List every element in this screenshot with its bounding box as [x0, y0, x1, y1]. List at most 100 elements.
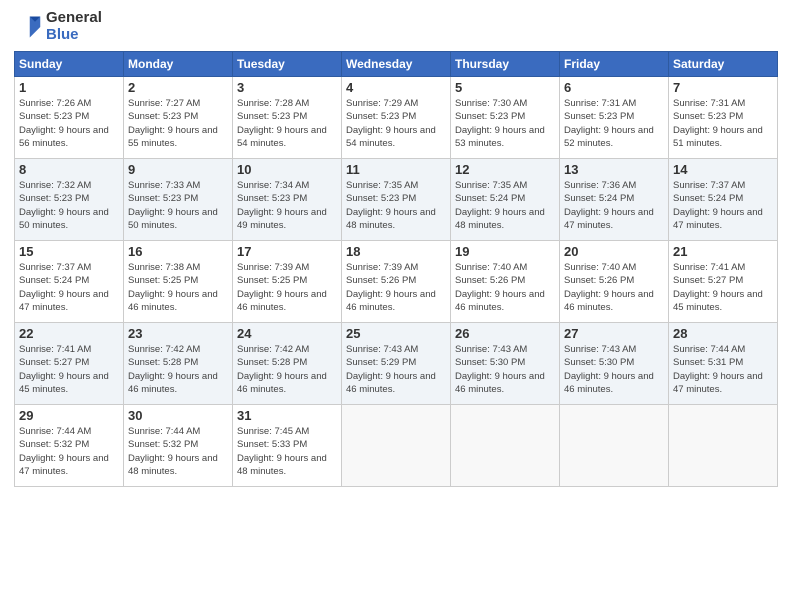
day-info: Sunrise: 7:43 AMSunset: 5:30 PMDaylight:… [455, 343, 555, 396]
calendar-cell: 14Sunrise: 7:37 AMSunset: 5:24 PMDayligh… [669, 159, 778, 241]
calendar-cell: 30 Sunrise: 7:44 AMSunset: 5:32 PMDayligh… [124, 405, 233, 487]
day-number: 1 [19, 80, 119, 95]
day-info: Sunrise: 7:39 AMSunset: 5:26 PMDaylight:… [346, 261, 446, 314]
day-info: Sunrise: 7:28 AMSunset: 5:23 PMDaylight:… [237, 97, 337, 150]
calendar-week-row: 29 Sunrise: 7:44 AMSunset: 5:32 PMDayligh… [15, 405, 778, 487]
day-number: 4 [346, 80, 446, 95]
calendar-cell: 20 Sunrise: 7:40 AMSunset: 5:26 PMDayligh… [560, 241, 669, 323]
day-info: Sunrise: 7:35 AMSunset: 5:24 PMDaylight:… [455, 179, 555, 232]
day-info: Sunrise: 7:29 AMSunset: 5:23 PMDaylight:… [346, 97, 446, 150]
day-number: 18 [346, 244, 446, 259]
day-number: 21 [673, 244, 773, 259]
calendar-cell: 23 Sunrise: 7:42 AMSunset: 5:28 PMDayligh… [124, 323, 233, 405]
calendar-cell: 26 Sunrise: 7:43 AMSunset: 5:30 PMDayligh… [451, 323, 560, 405]
day-header-thursday: Thursday [451, 52, 560, 77]
day-number: 31 [237, 408, 337, 423]
day-header-tuesday: Tuesday [233, 52, 342, 77]
day-number: 30 [128, 408, 228, 423]
calendar-cell: 27Sunrise: 7:43 AMSunset: 5:30 PMDayligh… [560, 323, 669, 405]
day-number: 12 [455, 162, 555, 177]
calendar-week-row: 22 Sunrise: 7:41 AMSunset: 5:27 PMDayligh… [15, 323, 778, 405]
logo-text: General Blue [46, 10, 102, 43]
calendar-cell: 5Sunrise: 7:30 AMSunset: 5:23 PMDaylight… [451, 77, 560, 159]
day-info: Sunrise: 7:42 AMSunset: 5:28 PMDaylight:… [128, 343, 228, 396]
calendar-cell: 18 Sunrise: 7:39 AMSunset: 5:26 PMDayligh… [342, 241, 451, 323]
day-number: 3 [237, 80, 337, 95]
calendar-cell: 13 Sunrise: 7:36 AMSunset: 5:24 PMDayligh… [560, 159, 669, 241]
day-number: 2 [128, 80, 228, 95]
day-info: Sunrise: 7:33 AMSunset: 5:23 PMDaylight:… [128, 179, 228, 232]
day-header-wednesday: Wednesday [342, 52, 451, 77]
calendar-table: SundayMondayTuesdayWednesdayThursdayFrid… [14, 51, 778, 487]
day-number: 13 [564, 162, 664, 177]
logo-icon [14, 13, 42, 41]
calendar-cell: 28 Sunrise: 7:44 AMSunset: 5:31 PMDayligh… [669, 323, 778, 405]
day-info: Sunrise: 7:43 AMSunset: 5:29 PMDaylight:… [346, 343, 446, 396]
calendar-cell [342, 405, 451, 487]
day-number: 16 [128, 244, 228, 259]
day-info: Sunrise: 7:45 AMSunset: 5:33 PMDaylight:… [237, 425, 337, 478]
calendar-cell [451, 405, 560, 487]
calendar-cell: 17Sunrise: 7:39 AMSunset: 5:25 PMDayligh… [233, 241, 342, 323]
day-number: 25 [346, 326, 446, 341]
day-info: Sunrise: 7:34 AMSunset: 5:23 PMDaylight:… [237, 179, 337, 232]
calendar-cell: 10Sunrise: 7:34 AMSunset: 5:23 PMDayligh… [233, 159, 342, 241]
calendar-cell: 29 Sunrise: 7:44 AMSunset: 5:32 PMDayligh… [15, 405, 124, 487]
calendar-cell [560, 405, 669, 487]
calendar-cell: 7Sunrise: 7:31 AMSunset: 5:23 PMDaylight… [669, 77, 778, 159]
logo: General Blue [14, 10, 102, 43]
calendar-week-row: 8Sunrise: 7:32 AMSunset: 5:23 PMDaylight… [15, 159, 778, 241]
calendar-cell: 2 Sunrise: 7:27 AMSunset: 5:23 PMDaylight… [124, 77, 233, 159]
day-info: Sunrise: 7:44 AMSunset: 5:32 PMDaylight:… [128, 425, 228, 478]
day-number: 29 [19, 408, 119, 423]
header-row: SundayMondayTuesdayWednesdayThursdayFrid… [15, 52, 778, 77]
calendar-week-row: 15Sunrise: 7:37 AMSunset: 5:24 PMDayligh… [15, 241, 778, 323]
day-number: 19 [455, 244, 555, 259]
calendar-week-row: 1 Sunrise: 7:26 AMSunset: 5:23 PMDaylight… [15, 77, 778, 159]
day-info: Sunrise: 7:41 AMSunset: 5:27 PMDaylight:… [673, 261, 773, 314]
day-info: Sunrise: 7:42 AMSunset: 5:28 PMDaylight:… [237, 343, 337, 396]
day-info: Sunrise: 7:41 AMSunset: 5:27 PMDaylight:… [19, 343, 119, 396]
calendar-cell: 4 Sunrise: 7:29 AMSunset: 5:23 PMDaylight… [342, 77, 451, 159]
day-info: Sunrise: 7:36 AMSunset: 5:24 PMDaylight:… [564, 179, 664, 232]
day-number: 22 [19, 326, 119, 341]
day-number: 23 [128, 326, 228, 341]
day-info: Sunrise: 7:44 AMSunset: 5:31 PMDaylight:… [673, 343, 773, 396]
day-info: Sunrise: 7:40 AMSunset: 5:26 PMDaylight:… [564, 261, 664, 314]
day-info: Sunrise: 7:40 AMSunset: 5:26 PMDaylight:… [455, 261, 555, 314]
day-info: Sunrise: 7:37 AMSunset: 5:24 PMDaylight:… [19, 261, 119, 314]
calendar-cell: 21 Sunrise: 7:41 AMSunset: 5:27 PMDayligh… [669, 241, 778, 323]
calendar-cell: 8Sunrise: 7:32 AMSunset: 5:23 PMDaylight… [15, 159, 124, 241]
day-number: 28 [673, 326, 773, 341]
day-number: 17 [237, 244, 337, 259]
day-number: 14 [673, 162, 773, 177]
day-number: 24 [237, 326, 337, 341]
day-header-monday: Monday [124, 52, 233, 77]
day-number: 20 [564, 244, 664, 259]
day-info: Sunrise: 7:31 AMSunset: 5:23 PMDaylight:… [673, 97, 773, 150]
calendar-cell: 25 Sunrise: 7:43 AMSunset: 5:29 PMDayligh… [342, 323, 451, 405]
day-number: 9 [128, 162, 228, 177]
day-number: 11 [346, 162, 446, 177]
calendar-cell: 11 Sunrise: 7:35 AMSunset: 5:23 PMDayligh… [342, 159, 451, 241]
calendar-cell: 22 Sunrise: 7:41 AMSunset: 5:27 PMDayligh… [15, 323, 124, 405]
calendar-cell: 24 Sunrise: 7:42 AMSunset: 5:28 PMDayligh… [233, 323, 342, 405]
day-number: 6 [564, 80, 664, 95]
day-info: Sunrise: 7:38 AMSunset: 5:25 PMDaylight:… [128, 261, 228, 314]
day-header-sunday: Sunday [15, 52, 124, 77]
day-info: Sunrise: 7:31 AMSunset: 5:23 PMDaylight:… [564, 97, 664, 150]
calendar-cell: 9 Sunrise: 7:33 AMSunset: 5:23 PMDaylight… [124, 159, 233, 241]
day-info: Sunrise: 7:26 AMSunset: 5:23 PMDaylight:… [19, 97, 119, 150]
day-number: 5 [455, 80, 555, 95]
calendar-cell: 31 Sunrise: 7:45 AMSunset: 5:33 PMDayligh… [233, 405, 342, 487]
calendar-page: General Blue SundayMondayTuesdayWednesda… [0, 0, 792, 612]
day-number: 26 [455, 326, 555, 341]
day-info: Sunrise: 7:27 AMSunset: 5:23 PMDaylight:… [128, 97, 228, 150]
calendar-cell: 12 Sunrise: 7:35 AMSunset: 5:24 PMDayligh… [451, 159, 560, 241]
day-info: Sunrise: 7:35 AMSunset: 5:23 PMDaylight:… [346, 179, 446, 232]
calendar-cell: 6 Sunrise: 7:31 AMSunset: 5:23 PMDaylight… [560, 77, 669, 159]
day-header-friday: Friday [560, 52, 669, 77]
day-info: Sunrise: 7:44 AMSunset: 5:32 PMDaylight:… [19, 425, 119, 478]
calendar-cell: 19 Sunrise: 7:40 AMSunset: 5:26 PMDayligh… [451, 241, 560, 323]
calendar-cell: 1 Sunrise: 7:26 AMSunset: 5:23 PMDaylight… [15, 77, 124, 159]
